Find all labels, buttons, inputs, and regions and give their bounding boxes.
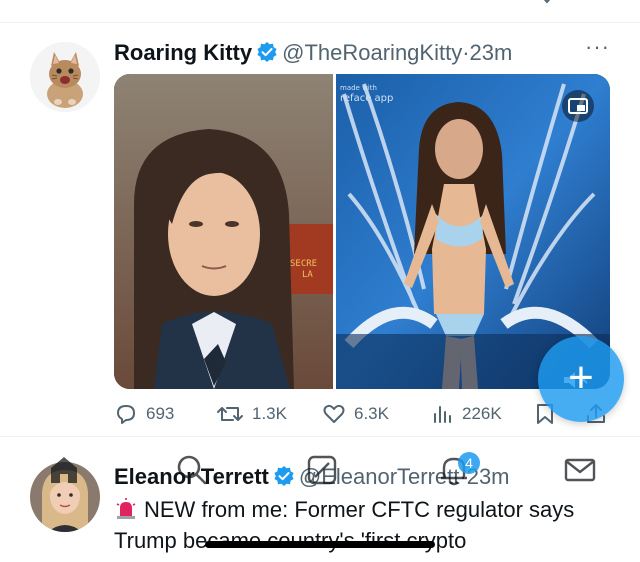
dot-separator: · (462, 40, 470, 65)
like-button[interactable]: 6.3K (322, 402, 389, 426)
compose-tweet-button[interactable]: + (538, 336, 624, 422)
studio-sign-text-2: LA (302, 270, 313, 280)
views-chart-icon (434, 406, 451, 423)
studio-sign-text: SECRE (290, 259, 317, 269)
reply-count: 693 (146, 404, 175, 423)
avatar[interactable] (30, 42, 100, 112)
cat-avatar-image (30, 42, 100, 112)
notifications-badge: 4 (458, 452, 480, 474)
repost-button[interactable]: 1.3K (216, 402, 287, 426)
picture-in-picture-icon[interactable] (562, 90, 594, 122)
watermark-text-2: reface app (340, 93, 393, 104)
views-button[interactable]: 226K (430, 402, 502, 426)
tweet-video[interactable]: SECRE LA made with reface app (114, 74, 610, 389)
tweet-actions: 693 1.3K 6.3K 226K (114, 402, 614, 430)
verified-badge-icon (257, 42, 277, 62)
home-indicator-bar[interactable] (205, 541, 435, 548)
grok-icon[interactable] (304, 452, 340, 488)
messages-envelope-icon[interactable] (562, 452, 598, 488)
author-name[interactable]: Roaring Kitty (114, 40, 252, 65)
repost-count: 1.3K (252, 404, 287, 423)
search-icon[interactable] (174, 452, 210, 488)
video-frame: SECRE LA made with reface app (114, 74, 610, 389)
like-count: 6.3K (354, 404, 389, 423)
watermark-text-1: made with (340, 84, 377, 92)
author-handle[interactable]: @TheRoaringKitty (282, 40, 462, 65)
views-count: 226K (462, 404, 502, 423)
more-options-icon[interactable]: ··· (585, 34, 610, 60)
top-divider (0, 22, 640, 23)
bottom-nav (0, 452, 640, 502)
heart-icon (323, 404, 345, 423)
reply-button[interactable]: 693 (114, 402, 174, 426)
chevron-icon (543, 0, 551, 4)
home-icon[interactable] (46, 452, 82, 488)
timestamp[interactable]: 23m (470, 40, 513, 65)
tweet-header: Roaring Kitty @TheRoaringKitty·23m (114, 40, 610, 66)
repost-icon (217, 407, 243, 421)
reply-icon (117, 405, 135, 424)
